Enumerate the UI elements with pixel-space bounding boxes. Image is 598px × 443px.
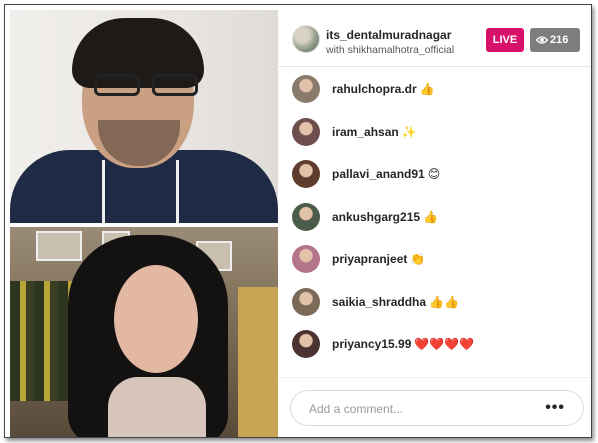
list-item: priyapranjeet 👏 [278,237,591,280]
avatar[interactable] [292,160,320,188]
live-header: its_dentalmuradnagar with shikhamalhotra… [278,5,591,67]
username-text: iram_ahsan [332,124,399,139]
comment-username[interactable]: ankushgarg215 👍 [332,210,438,224]
username-text: pallavi_anand91 [332,167,425,181]
with-guest-text[interactable]: with shikhamalhotra_official [326,44,454,56]
host-video[interactable] [10,10,278,223]
comment-username[interactable]: priyapranjeet 👏 [332,252,425,266]
list-item: ankushgarg215 👍 [278,195,591,238]
live-badge: LIVE [486,28,524,52]
comment-emoji: 👍👍 [429,294,459,309]
avatar[interactable] [292,25,320,53]
earphone-wire [102,160,105,223]
guest-video[interactable] [10,227,278,437]
list-item: priyancy15.99 ❤️❤️❤️❤️ [278,322,591,365]
comment-input[interactable] [309,400,529,418]
avatar[interactable] [292,202,320,231]
live-stream-window: its_dentalmuradnagar with shikhamalhotra… [4,4,592,438]
comment-username[interactable]: iram_ahsan ✨ [332,125,417,139]
avatar[interactable] [292,287,320,316]
comment-username[interactable]: pallavi_anand91 😊 [332,167,440,181]
guest-face [114,265,198,373]
host-glasses [94,74,204,96]
comment-username[interactable]: priyancy15.99 ❤️❤️❤️❤️ [332,337,474,351]
guest-top [108,377,206,437]
list-item: iram_ahsan ✨ [278,110,591,153]
username-text: priyapranjeet [332,252,408,266]
wall-picture [36,231,82,261]
comment-emoji: ❤️❤️❤️❤️ [414,337,475,351]
host-username[interactable]: its_dentalmuradnagar [326,28,451,42]
more-options-icon[interactable]: ••• [545,400,565,416]
wall-painting [238,287,278,437]
comment-username[interactable]: saikia_shraddha 👍👍 [332,295,459,309]
username-text: rahulchopra.dr [332,82,417,96]
eye-icon [536,36,548,44]
comment-footer: ••• [278,377,591,437]
comment-emoji: 👏 [410,252,426,266]
avatar[interactable] [292,245,320,273]
comment-emoji: ✨ [401,124,417,139]
comment-list: rahulchopra.dr 👍 iram_ahsan ✨ pallavi_anand9… [278,67,591,365]
viewer-count-badge[interactable]: 216 [530,28,580,52]
list-item: rahulchopra.dr 👍 [278,67,591,110]
avatar[interactable] [292,75,320,103]
username-text: priyancy15.99 [332,337,412,351]
comment-box: ••• [290,390,584,426]
viewer-count: 216 [550,34,569,46]
comment-emoji: 😊 [427,167,441,181]
list-item: saikia_shraddha 👍👍 [278,280,591,323]
username-text: saikia_shraddha [332,294,427,309]
comment-emoji: 👍 [419,82,435,96]
avatar[interactable] [292,330,320,358]
earphone-wire [176,160,179,223]
live-chat-panel: its_dentalmuradnagar with shikhamalhotra… [278,5,591,437]
avatar[interactable] [292,117,320,146]
video-area [10,10,278,437]
username-text: ankushgarg215 [332,209,421,224]
comment-username[interactable]: rahulchopra.dr 👍 [332,82,435,96]
list-item: pallavi_anand91 😊 [278,152,591,195]
comment-emoji: 👍 [423,209,438,224]
